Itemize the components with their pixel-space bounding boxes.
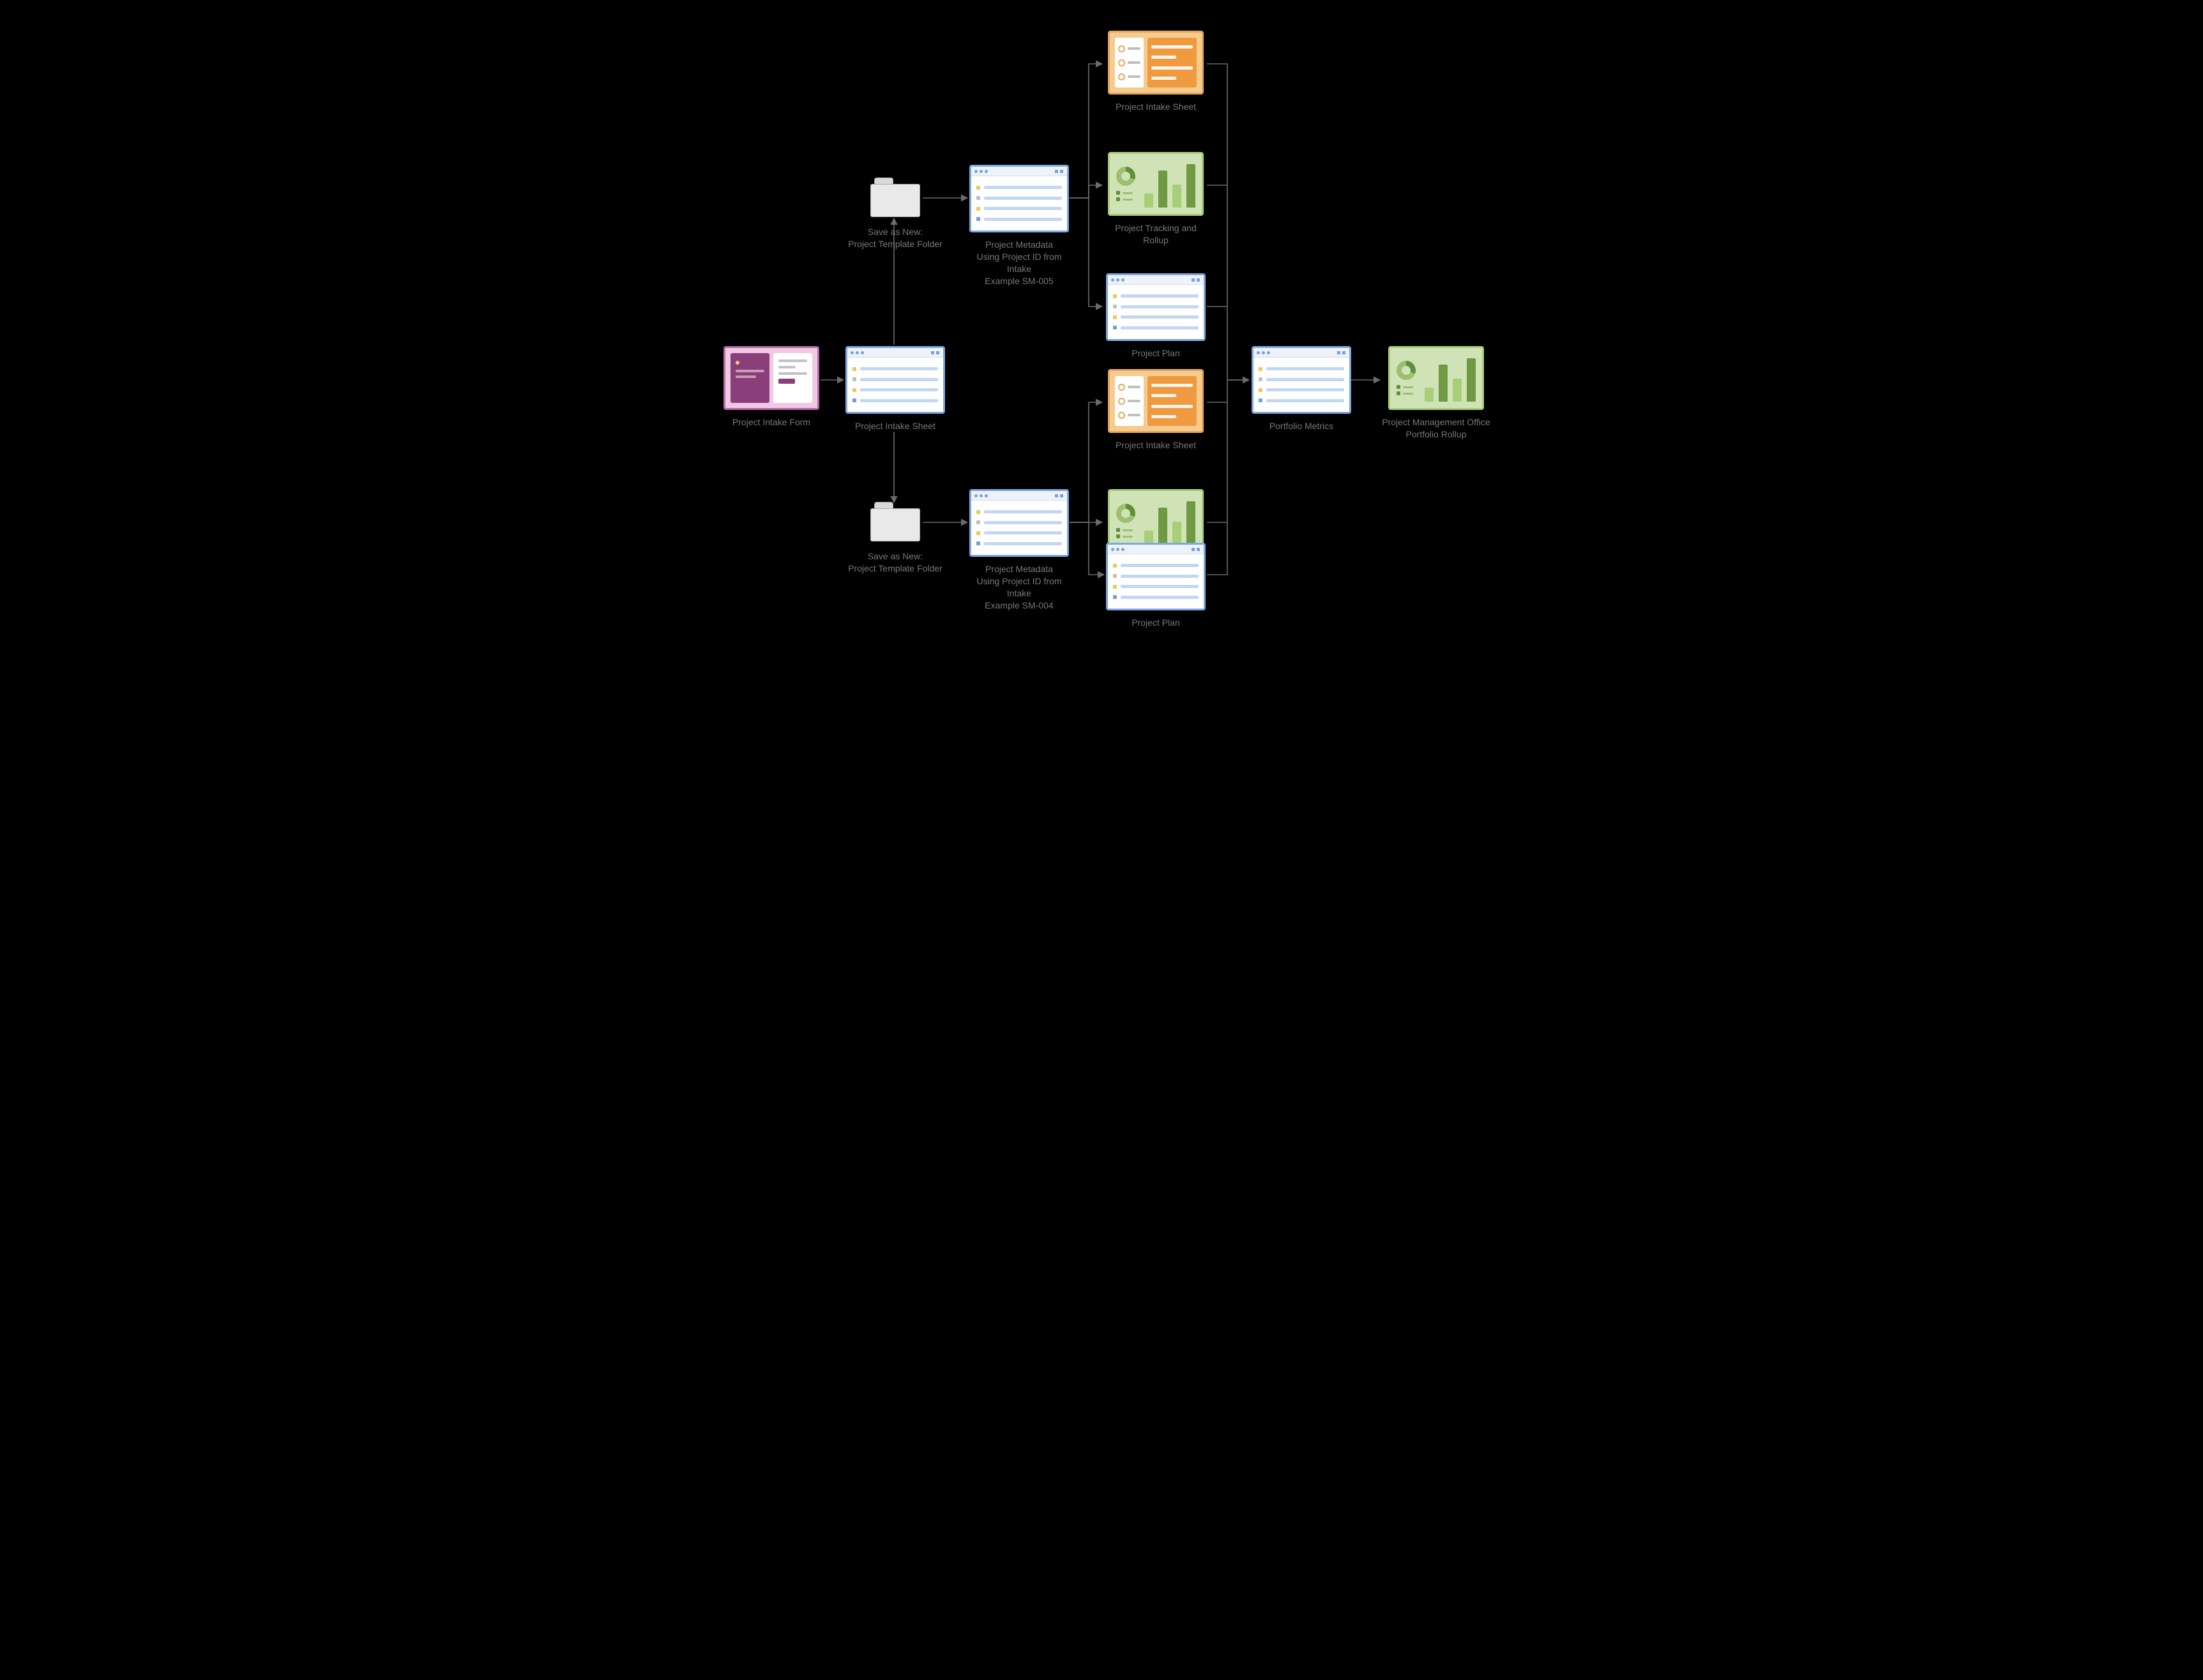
sheet-icon <box>845 346 945 414</box>
folder-icon <box>870 502 920 541</box>
sheet-icon <box>1252 346 1351 414</box>
node-label: Project Intake Form <box>732 416 810 428</box>
dashboard-icon <box>1388 346 1484 410</box>
connectors <box>702 0 1501 613</box>
flow-diagram: Project Intake Form Project Intake Sheet… <box>702 0 1501 613</box>
node-label: Project Metadata Using Project ID from I… <box>968 239 1070 287</box>
form-icon <box>723 346 819 410</box>
intake-map-icon <box>1108 31 1204 95</box>
node-label: Project Metadata Using Project ID from I… <box>968 563 1070 612</box>
dashboard-icon <box>1108 152 1204 216</box>
sheet-icon <box>1106 273 1206 341</box>
intake-map-icon <box>1108 369 1204 433</box>
node-label: Project Intake Sheet <box>1116 439 1196 451</box>
sheet-icon <box>969 165 1069 232</box>
node-label: Project Intake Sheet <box>1116 101 1196 113</box>
node-label: Project Tracking and Rollup <box>1105 222 1207 246</box>
node-label: Project Management Office Portfolio Roll… <box>1382 416 1490 441</box>
node-label: Save as New: Project Template Folder <box>848 550 943 575</box>
folder-icon <box>870 178 920 217</box>
node-label: Portfolio Metrics <box>1269 420 1333 432</box>
node-label: Project Intake Sheet <box>855 420 935 432</box>
sheet-icon <box>969 489 1069 557</box>
node-label: Project Plan <box>1132 347 1179 359</box>
node-label: Save as New: Project Template Folder <box>848 226 943 250</box>
node-label: Project Plan <box>1132 617 1179 629</box>
sheet-icon <box>1106 543 1206 610</box>
